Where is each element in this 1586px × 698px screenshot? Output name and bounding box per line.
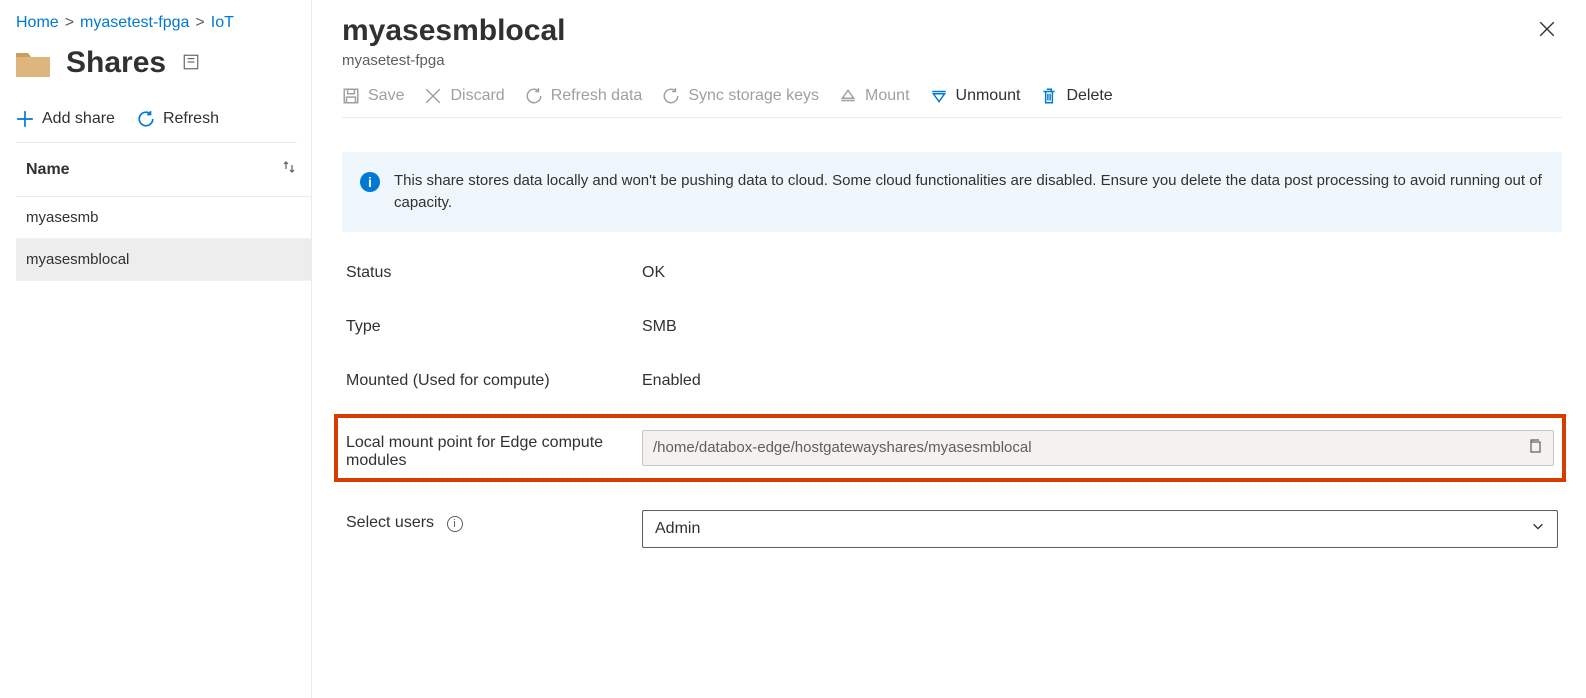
sync-keys-button: Sync storage keys: [662, 87, 819, 105]
mountpoint-value: /home/databox-edge/hostgatewayshares/mya…: [653, 439, 1032, 456]
refresh-data-label: Refresh data: [551, 87, 643, 105]
detail-subtitle: myasetest-fpga: [342, 52, 565, 69]
info-tooltip-icon[interactable]: i: [447, 516, 463, 532]
breadcrumb-resource[interactable]: myasetest-fpga: [80, 14, 189, 32]
row-mountpoint: Local mount point for Edge compute modul…: [342, 430, 1558, 470]
sync-keys-label: Sync storage keys: [688, 87, 819, 105]
discard-button: Discard: [424, 87, 504, 105]
delete-button[interactable]: Delete: [1040, 87, 1112, 105]
refresh-label: Refresh: [163, 110, 219, 128]
detail-header: myasesmblocal myasetest-fpga: [342, 14, 1562, 87]
mounted-label: Mounted (Used for compute): [346, 368, 642, 390]
select-users-value: Admin: [655, 520, 700, 538]
share-list: myasesmb myasesmblocal: [16, 197, 311, 281]
row-type: Type SMB: [342, 314, 1562, 336]
delete-label: Delete: [1066, 87, 1112, 105]
status-label: Status: [346, 260, 642, 282]
info-banner: i This share stores data locally and won…: [342, 152, 1562, 232]
detail-pane: myasesmblocal myasetest-fpga Save Discar…: [312, 0, 1586, 698]
select-users-dropdown[interactable]: Admin: [642, 510, 1558, 548]
status-value: OK: [642, 260, 665, 282]
add-share-label: Add share: [42, 110, 115, 128]
discard-label: Discard: [450, 87, 504, 105]
add-share-button[interactable]: Add share: [16, 110, 115, 128]
refresh-button[interactable]: Refresh: [137, 110, 219, 128]
breadcrumb: Home > myasetest-fpga > IoT: [16, 14, 311, 32]
command-bar: Save Discard Refresh data Sync storage k…: [342, 87, 1562, 118]
highlighted-mountpoint: Local mount point for Edge compute modul…: [334, 414, 1566, 482]
breadcrumb-tail[interactable]: IoT: [211, 14, 234, 32]
info-icon: i: [360, 172, 380, 192]
mount-label: Mount: [865, 87, 909, 105]
mounted-value: Enabled: [642, 368, 701, 390]
page-title: Shares: [66, 46, 166, 80]
left-toolbar: Add share Refresh: [16, 110, 297, 143]
list-item[interactable]: myasesmblocal: [16, 239, 311, 281]
close-button[interactable]: [1532, 14, 1562, 47]
left-pane: Home > myasetest-fpga > IoT Shares Add s…: [0, 0, 312, 698]
list-header[interactable]: Name: [16, 143, 311, 197]
list-item[interactable]: myasesmb: [16, 197, 311, 239]
folder-icon: [16, 49, 50, 77]
shares-header: Shares: [16, 46, 311, 80]
chevron-down-icon: [1531, 519, 1545, 538]
select-users-label-text: Select users: [346, 514, 434, 531]
row-status: Status OK: [342, 260, 1562, 282]
refresh-data-button: Refresh data: [525, 87, 643, 105]
unmount-label: Unmount: [956, 87, 1021, 105]
row-select-users: Select users i Admin: [342, 510, 1562, 548]
copy-icon[interactable]: [1527, 438, 1543, 458]
breadcrumb-home[interactable]: Home: [16, 14, 59, 32]
pin-icon[interactable]: [182, 53, 200, 74]
sort-icon[interactable]: [281, 159, 297, 180]
mountpoint-label: Local mount point for Edge compute modul…: [346, 430, 642, 470]
detail-title: myasesmblocal: [342, 14, 565, 48]
mountpoint-field[interactable]: /home/databox-edge/hostgatewayshares/mya…: [642, 430, 1554, 466]
column-name: Name: [26, 161, 70, 179]
select-users-label: Select users i: [346, 510, 642, 532]
row-mounted: Mounted (Used for compute) Enabled: [342, 368, 1562, 390]
breadcrumb-sep: >: [195, 14, 204, 32]
unmount-button[interactable]: Unmount: [930, 87, 1021, 105]
type-value: SMB: [642, 314, 677, 336]
breadcrumb-sep: >: [65, 14, 74, 32]
save-button: Save: [342, 87, 404, 105]
mount-button: Mount: [839, 87, 909, 105]
save-label: Save: [368, 87, 404, 105]
info-message: This share stores data locally and won't…: [394, 170, 1544, 214]
type-label: Type: [346, 314, 642, 336]
